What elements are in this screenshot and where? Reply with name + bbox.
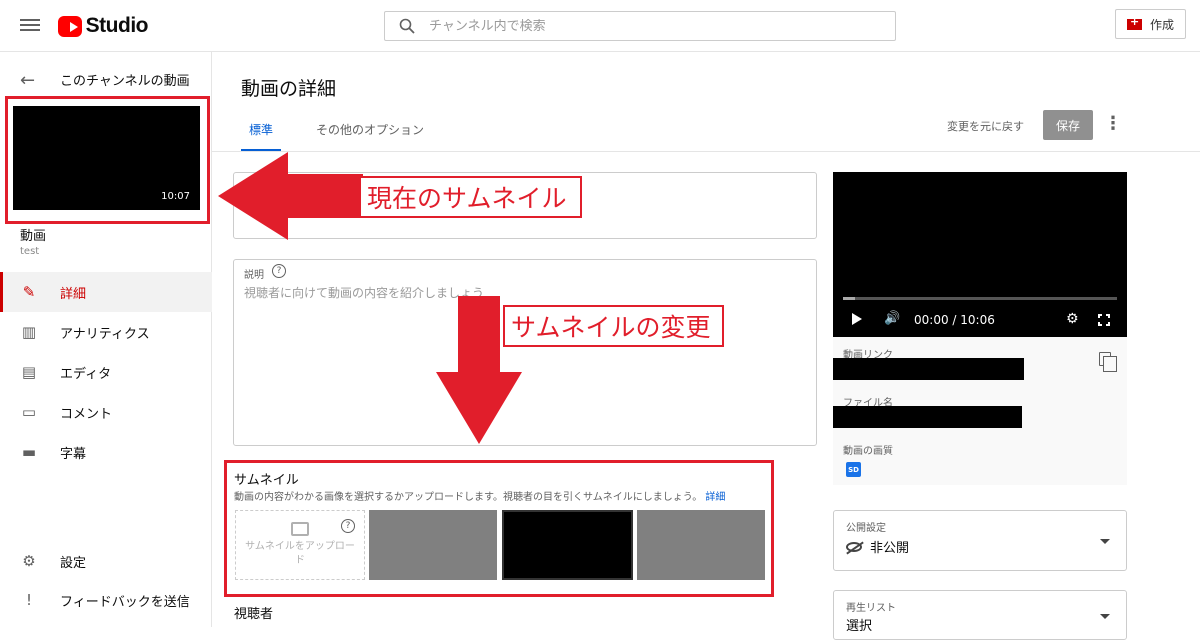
back-arrow-icon[interactable]: ← — [20, 70, 35, 91]
create-video-icon — [1126, 15, 1142, 30]
search-bar[interactable] — [384, 11, 896, 41]
left-arrow-annotation — [218, 152, 363, 240]
volume-icon[interactable]: 🔊 — [884, 311, 900, 326]
thumbnail-heading: サムネイル — [234, 473, 299, 488]
save-button[interactable]: 保存 — [1043, 110, 1093, 140]
chevron-down-icon — [1100, 614, 1110, 619]
tab-other-options[interactable]: その他のオプション — [316, 121, 424, 138]
upload-thumbnail-label: サムネイルをアップロード — [245, 541, 355, 566]
learn-more-link[interactable]: 詳細 — [705, 492, 725, 503]
more-options-icon[interactable]: ⋮ — [1104, 113, 1122, 134]
thumbnail-description-text: 動画の内容がわかる画像を選択するかアップロードします。視聴者の目を引くサムネイル… — [234, 492, 703, 503]
help-icon[interactable]: ? — [341, 519, 355, 533]
copy-icon[interactable] — [1099, 352, 1117, 372]
logo-text: Studio — [85, 14, 149, 37]
sidebar-item-settings[interactable]: ⚙ 設定 — [0, 541, 212, 581]
subtitles-icon: ▬ — [21, 443, 37, 461]
create-label: 作成 — [1149, 17, 1174, 32]
pencil-icon: ✎ — [22, 283, 36, 301]
sd-quality-badge: SD — [846, 462, 861, 477]
thumbnail-description: 動画の内容がわかる画像を選択するかアップロードします。視聴者の目を引くサムネイル… — [234, 488, 725, 503]
sidebar-item-feedback[interactable]: ! フィードバックを送信 — [0, 580, 212, 620]
sidebar-item-analytics[interactable]: ▥ アナリティクス — [0, 312, 212, 352]
sidebar-item-label: アナリティクス — [60, 326, 150, 342]
sidebar-item-editor[interactable]: ▤ エディタ — [0, 352, 212, 392]
sidebar-item-label: フィードバックを送信 — [60, 594, 190, 610]
sidebar-item-subtitles[interactable]: ▬ 字幕 — [0, 432, 212, 472]
auto-thumbnail-option-3[interactable] — [637, 510, 765, 580]
current-thumbnail-callout: 現在のサムネイル — [359, 176, 582, 218]
page-title: 動画の詳細 — [241, 78, 337, 100]
sidebar-item-label: 設定 — [60, 555, 87, 571]
redacted-file-name — [833, 406, 1022, 428]
sidebar-item-label: 詳細 — [60, 286, 87, 302]
settings-gear-icon[interactable]: ⚙ — [1066, 311, 1079, 327]
tab-standard[interactable]: 標準 — [241, 121, 281, 151]
fullscreen-icon[interactable] — [1098, 314, 1110, 326]
auto-thumbnail-option-1[interactable] — [369, 510, 497, 580]
visibility-value-text: 非公開 — [870, 541, 910, 556]
visibility-select[interactable]: 公開設定 非公開 — [833, 510, 1127, 571]
sidebar-item-label: 字幕 — [60, 446, 87, 462]
change-thumbnail-callout: サムネイルの変更 — [503, 305, 724, 347]
gear-icon: ⚙ — [22, 552, 36, 570]
playlist-label: 再生リスト — [846, 603, 896, 614]
visibility-value: 非公開 — [846, 537, 909, 556]
sidebar-item-comments[interactable]: ▭ コメント — [0, 392, 212, 432]
progress-bar[interactable] — [843, 297, 1117, 300]
play-icon[interactable] — [852, 313, 862, 325]
channel-videos-link[interactable]: このチャンネルの動画 — [60, 70, 190, 89]
top-bar: Studio 作成 — [0, 0, 1200, 52]
playlist-select[interactable]: 再生リスト 選択 — [833, 590, 1127, 640]
add-image-icon — [291, 522, 309, 536]
youtube-studio-logo[interactable]: Studio — [58, 12, 149, 40]
sidebar-video-title: 動画 — [20, 229, 47, 244]
chevron-down-icon — [1100, 539, 1110, 544]
search-input[interactable] — [429, 18, 869, 34]
current-thumbnail-highlight — [5, 96, 210, 224]
editor-icon: ▤ — [21, 363, 37, 381]
video-quality-label: 動画の画質 — [843, 446, 893, 457]
hamburger-menu-icon[interactable] — [20, 16, 40, 34]
revert-changes-button[interactable]: 変更を元に戻す — [947, 118, 1024, 134]
feedback-icon: ! — [25, 591, 32, 609]
help-icon[interactable]: ? — [272, 264, 286, 278]
visibility-label: 公開設定 — [846, 523, 886, 534]
sidebar-item-label: エディタ — [60, 366, 112, 382]
playlist-value: 選択 — [846, 619, 873, 634]
player-time: 00:00 / 10:06 — [914, 313, 995, 327]
comment-icon: ▭ — [21, 403, 37, 421]
progress-fill — [843, 297, 855, 300]
sidebar-video-subtitle: test — [20, 246, 40, 257]
audience-heading: 視聴者 — [234, 607, 274, 622]
create-button[interactable]: 作成 — [1115, 9, 1186, 39]
eye-off-icon — [846, 541, 862, 552]
sidebar-item-details[interactable]: ✎ 詳細 — [0, 272, 212, 312]
youtube-play-icon — [58, 15, 82, 37]
redacted-video-link — [833, 358, 1024, 380]
description-label: 説明 — [244, 270, 264, 281]
sidebar-item-label: コメント — [60, 406, 113, 422]
search-icon — [399, 18, 415, 34]
analytics-icon: ▥ — [21, 323, 37, 341]
auto-thumbnail-option-2[interactable] — [502, 510, 633, 580]
